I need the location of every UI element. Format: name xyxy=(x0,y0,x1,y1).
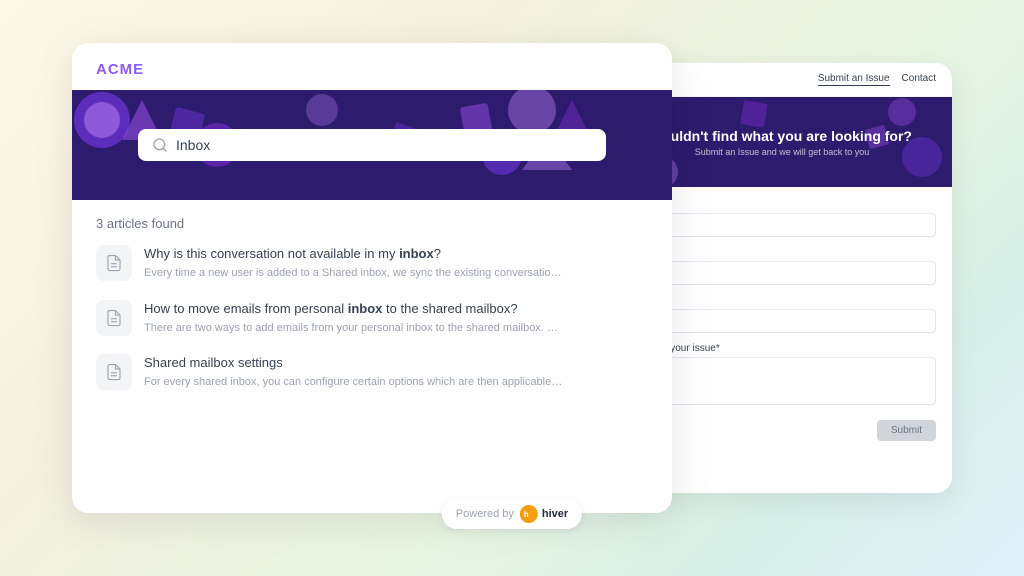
article-icon xyxy=(96,245,132,281)
search-value: Inbox xyxy=(176,137,210,153)
name-input[interactable] xyxy=(628,213,936,237)
hiver-icon: h xyxy=(523,508,535,520)
article-icon xyxy=(96,354,132,390)
email-field: Email* xyxy=(628,247,936,285)
article-icon xyxy=(96,300,132,336)
article-item[interactable]: Why is this conversation not available i… xyxy=(96,245,648,282)
subject-input[interactable] xyxy=(628,309,936,333)
article-excerpt: There are two ways to add emails from yo… xyxy=(144,321,564,336)
article-title: How to move emails from personal inbox t… xyxy=(144,300,564,318)
nav-contact[interactable]: Contact xyxy=(902,73,936,86)
back-hero-subtitle: Submit an Issue and we will get back to … xyxy=(652,147,912,157)
article-title: Shared mailbox settings xyxy=(144,354,564,372)
back-nav-links: Submit an Issue Contact xyxy=(818,73,936,86)
search-bar: Inbox xyxy=(138,129,606,161)
article-excerpt: Every time a new user is added to a Shar… xyxy=(144,266,564,281)
subject-field: Subject* xyxy=(628,295,936,333)
front-logo: ACME xyxy=(72,43,672,90)
front-card: ACME xyxy=(72,43,672,513)
issue-field: Describe your issue* xyxy=(628,343,936,410)
back-hero-title: Couldn't find what you are looking for? xyxy=(652,128,912,144)
results-section: 3 articles found Why is this conversatio… xyxy=(72,200,672,425)
scene: ACME Submit an Issue Contact Couldn't fi… xyxy=(72,43,952,533)
hiver-logo: h hiver xyxy=(520,505,568,523)
svg-text:h: h xyxy=(524,510,529,519)
powered-by-footer: Powered by h hiver xyxy=(442,499,582,529)
doc-icon xyxy=(105,254,123,272)
doc-icon xyxy=(105,309,123,327)
doc-icon xyxy=(105,363,123,381)
article-excerpt: For every shared inbox, you can configur… xyxy=(144,375,564,390)
email-input[interactable] xyxy=(628,261,936,285)
powered-by-text: Powered by xyxy=(456,508,514,520)
article-title: Why is this conversation not available i… xyxy=(144,245,564,263)
subject-label: Subject* xyxy=(628,295,936,306)
front-hero: Inbox xyxy=(72,90,672,200)
submit-button[interactable]: Submit xyxy=(877,420,936,441)
issue-textarea[interactable] xyxy=(628,357,936,405)
name-label: Name* xyxy=(628,199,936,210)
hiver-badge: h xyxy=(520,505,538,523)
search-container: Inbox xyxy=(138,129,606,161)
email-label: Email* xyxy=(628,247,936,258)
article-item[interactable]: How to move emails from personal inbox t… xyxy=(96,300,648,337)
article-content: How to move emails from personal inbox t… xyxy=(144,300,564,337)
results-count: 3 articles found xyxy=(96,216,648,231)
article-item[interactable]: Shared mailbox settings For every shared… xyxy=(96,354,648,391)
nav-submit-issue[interactable]: Submit an Issue xyxy=(818,73,890,86)
search-icon xyxy=(152,137,168,153)
issue-label: Describe your issue* xyxy=(628,343,936,354)
hiver-text: hiver xyxy=(542,508,568,520)
name-field: Name* xyxy=(628,199,936,237)
article-content: Shared mailbox settings For every shared… xyxy=(144,354,564,391)
article-content: Why is this conversation not available i… xyxy=(144,245,564,282)
